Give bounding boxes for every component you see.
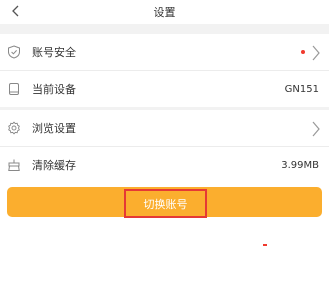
broom-icon	[7, 158, 21, 172]
cache-size-value: 3.99MB	[281, 159, 319, 171]
current-device-value: GN151	[284, 83, 319, 95]
clear-cache-label: 清除缓存	[32, 159, 76, 172]
section-gap	[0, 24, 329, 34]
account-security-row[interactable]: 账号安全	[0, 34, 329, 70]
device-icon	[7, 82, 21, 96]
red-mark	[263, 244, 267, 246]
chevron-right-icon	[312, 121, 320, 137]
shield-check-icon	[7, 45, 21, 59]
current-device-label: 当前设备	[32, 83, 76, 96]
page-title: 设置	[153, 6, 176, 19]
header-bar: 设置	[0, 0, 329, 24]
gear-icon	[7, 121, 21, 135]
account-security-label: 账号安全	[32, 46, 76, 59]
switch-account-label: 切换账号	[124, 189, 207, 218]
clear-cache-row[interactable]: 清除缓存 3.99MB	[0, 147, 329, 183]
browse-settings-label: 浏览设置	[32, 122, 76, 135]
browse-settings-row[interactable]: 浏览设置	[0, 110, 329, 146]
notification-dot	[301, 50, 305, 54]
current-device-row: 当前设备 GN151	[0, 71, 329, 107]
chevron-right-icon	[312, 45, 320, 61]
